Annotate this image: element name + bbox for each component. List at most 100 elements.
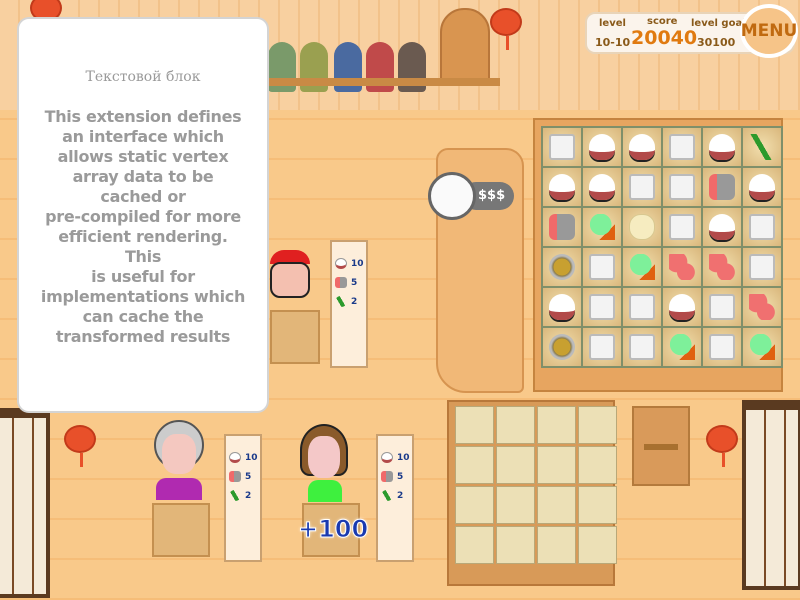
tray-slot[interactable] bbox=[455, 406, 494, 444]
seaweed-icon bbox=[749, 134, 775, 160]
tile-tofu[interactable] bbox=[662, 127, 702, 167]
tofu-icon bbox=[589, 334, 615, 360]
tile-rice[interactable] bbox=[542, 287, 582, 327]
tray-slot[interactable] bbox=[578, 526, 617, 564]
order-item: 10 bbox=[229, 448, 260, 467]
tray-slot[interactable] bbox=[455, 526, 494, 564]
rice-icon bbox=[669, 294, 695, 320]
plate-icon[interactable] bbox=[428, 172, 476, 220]
menu-button[interactable]: MENU bbox=[740, 4, 798, 58]
tofu-icon bbox=[629, 334, 655, 360]
order-scroll-girl-glasses: 10 5 2 bbox=[376, 434, 414, 562]
tile-soup[interactable] bbox=[542, 247, 582, 287]
back-counter bbox=[265, 78, 500, 86]
tile-tofu[interactable] bbox=[662, 167, 702, 207]
tray-slot[interactable] bbox=[578, 406, 617, 444]
tile-rice[interactable] bbox=[662, 287, 702, 327]
salmon-icon bbox=[709, 174, 735, 200]
tile-shrimp[interactable] bbox=[742, 287, 782, 327]
tile-tofu[interactable] bbox=[582, 287, 622, 327]
tile-salmon[interactable] bbox=[702, 167, 742, 207]
tray-slot[interactable] bbox=[496, 446, 535, 484]
rice-icon bbox=[709, 214, 735, 240]
tile-rice[interactable] bbox=[582, 167, 622, 207]
tray-slot[interactable] bbox=[537, 406, 576, 444]
veg-icon bbox=[749, 334, 775, 360]
text-block-title: Текстовой блок bbox=[85, 69, 201, 85]
tile-tofu[interactable] bbox=[622, 327, 662, 367]
tile-tofu[interactable] bbox=[582, 327, 622, 367]
veg-icon bbox=[589, 214, 615, 240]
tofu-icon bbox=[669, 214, 695, 240]
tile-salmon[interactable] bbox=[542, 207, 582, 247]
tile-tofu[interactable] bbox=[622, 167, 662, 207]
tofu-icon bbox=[549, 134, 575, 160]
shoji-screen bbox=[742, 400, 800, 590]
tile-soup[interactable] bbox=[542, 327, 582, 367]
order-qty: 2 bbox=[245, 490, 252, 501]
order-qty: 10 bbox=[245, 452, 258, 463]
tray-slot[interactable] bbox=[578, 446, 617, 484]
tray-slot[interactable] bbox=[496, 406, 535, 444]
rice-icon bbox=[549, 294, 575, 320]
tile-tofu[interactable] bbox=[742, 247, 782, 287]
tile-tofu[interactable] bbox=[622, 287, 662, 327]
tray-slot[interactable] bbox=[496, 486, 535, 524]
order-qty: 2 bbox=[351, 296, 358, 307]
tile-tofu[interactable] bbox=[702, 327, 742, 367]
tile-shrimp[interactable] bbox=[662, 247, 702, 287]
tile-veg[interactable] bbox=[742, 327, 782, 367]
trash-bin[interactable] bbox=[632, 406, 690, 486]
customer-desk bbox=[270, 310, 320, 364]
order-item: 2 bbox=[381, 486, 412, 505]
tile-rice[interactable] bbox=[742, 167, 782, 207]
tile-veg[interactable] bbox=[582, 207, 622, 247]
customer-grandma[interactable] bbox=[150, 420, 208, 500]
tofu-icon bbox=[709, 294, 735, 320]
score-value: 20040 bbox=[631, 27, 698, 49]
salmon-icon bbox=[335, 277, 347, 288]
lantern-icon bbox=[490, 8, 522, 50]
tray-slot[interactable] bbox=[537, 486, 576, 524]
lantern-icon bbox=[64, 425, 96, 467]
tray-slot[interactable] bbox=[496, 526, 535, 564]
shoji-screen bbox=[0, 408, 50, 598]
order-qty: 5 bbox=[397, 471, 404, 482]
order-item: 5 bbox=[381, 467, 412, 486]
shrimp-icon bbox=[749, 294, 775, 320]
order-item: 5 bbox=[229, 467, 260, 486]
customer-girl-glasses[interactable] bbox=[296, 424, 354, 502]
order-scroll-grandma: 10 5 2 bbox=[224, 434, 262, 562]
tile-rice[interactable] bbox=[542, 167, 582, 207]
tray-slot[interactable] bbox=[455, 446, 494, 484]
tray-slot[interactable] bbox=[455, 486, 494, 524]
tile-rice[interactable] bbox=[702, 127, 742, 167]
tile-tofu[interactable] bbox=[742, 207, 782, 247]
tile-shrimp[interactable] bbox=[702, 247, 742, 287]
soup-icon bbox=[549, 334, 575, 360]
tile-rice[interactable] bbox=[582, 127, 622, 167]
tofu-icon bbox=[749, 254, 775, 280]
tile-ginger[interactable] bbox=[622, 207, 662, 247]
tile-seaweed[interactable] bbox=[742, 127, 782, 167]
salmon-icon bbox=[229, 471, 241, 482]
level-label: level bbox=[599, 18, 626, 29]
rice-icon bbox=[629, 134, 655, 160]
order-qty: 10 bbox=[351, 258, 364, 269]
seaweed-icon bbox=[335, 296, 347, 307]
tile-rice[interactable] bbox=[622, 127, 662, 167]
tray-slot[interactable] bbox=[578, 486, 617, 524]
tray-slot[interactable] bbox=[537, 446, 576, 484]
tile-tofu[interactable] bbox=[582, 247, 622, 287]
order-qty: 5 bbox=[351, 277, 358, 288]
tile-tofu[interactable] bbox=[702, 287, 742, 327]
order-qty: 5 bbox=[245, 471, 252, 482]
order-scroll-red-cap-boy: 10 5 2 bbox=[330, 240, 368, 368]
tile-grid bbox=[541, 126, 783, 368]
tile-tofu[interactable] bbox=[662, 207, 702, 247]
tile-rice[interactable] bbox=[702, 207, 742, 247]
tile-tofu[interactable] bbox=[542, 127, 582, 167]
tray-slot[interactable] bbox=[537, 526, 576, 564]
tile-veg[interactable] bbox=[662, 327, 702, 367]
tile-veg[interactable] bbox=[622, 247, 662, 287]
